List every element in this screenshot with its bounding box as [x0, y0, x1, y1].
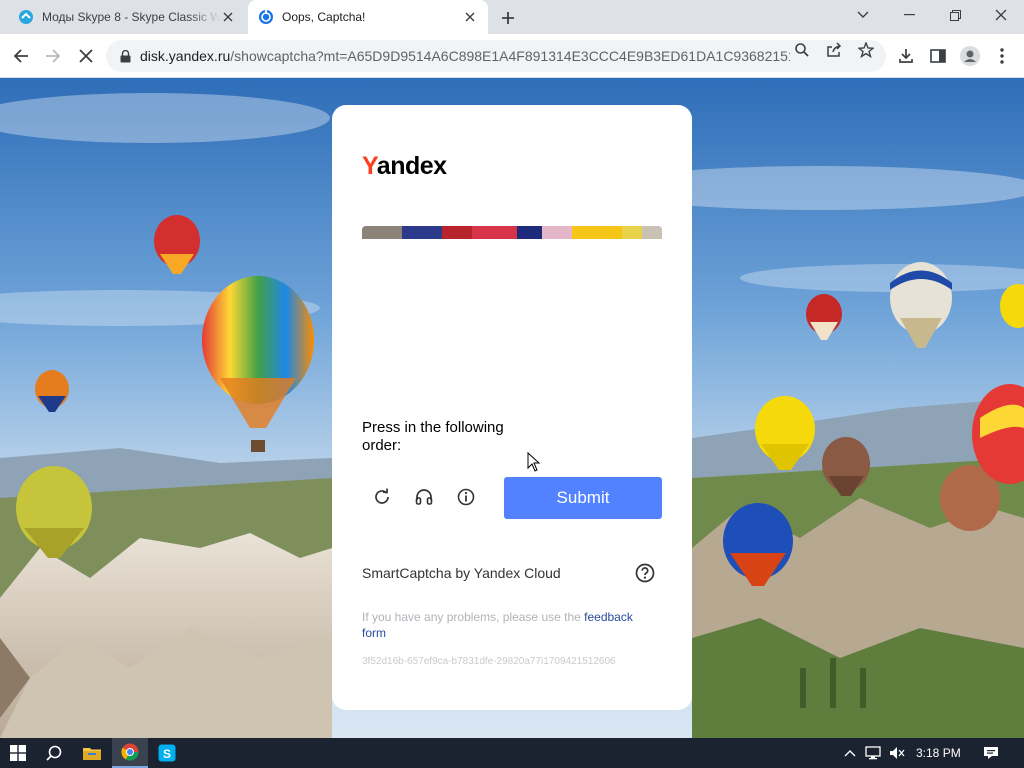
refresh-icon[interactable] [369, 484, 395, 510]
forward-icon[interactable] [37, 40, 69, 72]
share-icon[interactable] [826, 42, 842, 58]
download-icon[interactable] [890, 40, 922, 72]
star-icon[interactable] [858, 42, 874, 58]
captcha-instructions: Press in the following order: [362, 419, 504, 454]
notification-icon[interactable] [983, 745, 999, 761]
profile-icon[interactable] [954, 40, 986, 72]
captcha-card: Yandex Press in the following order: Sub… [332, 105, 692, 710]
windows-taskbar: S 3:18 PM [0, 738, 1024, 768]
tab-title: Oops, Captcha! [282, 10, 366, 24]
tab-captcha[interactable]: Oops, Captcha! [248, 0, 488, 34]
windows-start-icon[interactable] [0, 738, 36, 768]
skype-icon [18, 9, 34, 25]
url-domain: disk.yandex.ru [140, 48, 231, 64]
tab-skype-mods[interactable]: Моды Skype 8 - Skype Classic W [8, 0, 246, 34]
restore-icon[interactable] [932, 0, 978, 30]
new-tab-icon[interactable] [497, 7, 519, 29]
problems-text: If you have any problems, please use the… [362, 609, 652, 641]
problems-message: If you have any problems, please use the [362, 610, 585, 624]
window-close-icon[interactable] [978, 0, 1024, 30]
logo-rest: andex [376, 152, 447, 180]
lock-icon[interactable] [118, 49, 132, 63]
captcha-task-image[interactable] [362, 226, 662, 239]
url-path: /showcaptcha?mt=A65D9D9514A6C898E1A4F891… [230, 48, 790, 64]
close-icon[interactable] [220, 9, 236, 25]
mouse-cursor-icon [527, 452, 541, 472]
tab-strip: Моды Skype 8 - Skype Classic W Oops, Cap… [0, 0, 1024, 34]
captcha-token: 3f52d16b-657ef9ca-b7831dfe-29820a77i1709… [362, 656, 616, 667]
smartcaptcha-brand: SmartCaptcha by Yandex Cloud [362, 565, 561, 581]
page-viewport: Yandex Press in the following order: Sub… [0, 78, 1024, 738]
skype-taskbar-icon[interactable]: S [149, 738, 185, 768]
chevron-down-icon[interactable] [840, 0, 886, 30]
network-icon[interactable] [865, 745, 881, 761]
taskbar-clock[interactable]: 3:18 PM [916, 746, 961, 760]
sidebar-icon[interactable] [922, 40, 954, 72]
taskbar-search-icon[interactable] [36, 738, 72, 768]
tray-chevron-icon[interactable] [842, 745, 858, 761]
yandex-logo: Yandex [362, 152, 447, 181]
captcha-favicon [258, 9, 274, 25]
submit-button[interactable]: Submit [504, 477, 662, 519]
menu-icon[interactable] [986, 40, 1018, 72]
address-bar[interactable]: disk.yandex.ru/showcaptcha?mt=A65D9D9514… [106, 40, 886, 72]
minimize-icon[interactable] [886, 0, 932, 30]
search-icon[interactable] [794, 42, 810, 58]
help-icon[interactable] [634, 562, 656, 584]
headphones-icon[interactable] [411, 484, 437, 510]
info-icon[interactable] [453, 484, 479, 510]
close-icon[interactable] [462, 9, 478, 25]
chrome-icon[interactable] [112, 738, 148, 768]
stop-icon[interactable] [70, 40, 102, 72]
volume-muted-icon[interactable] [889, 745, 905, 761]
tab-title: Моды Skype 8 - Skype Classic W [42, 10, 220, 24]
file-explorer-icon[interactable] [74, 738, 110, 768]
url-text[interactable]: disk.yandex.ru/showcaptcha?mt=A65D9D9514… [140, 48, 790, 64]
logo-first-letter: Y [362, 152, 377, 180]
back-icon[interactable] [5, 40, 37, 72]
svg-text:S: S [163, 747, 171, 761]
browser-toolbar: disk.yandex.ru/showcaptcha?mt=A65D9D9514… [0, 34, 1024, 78]
